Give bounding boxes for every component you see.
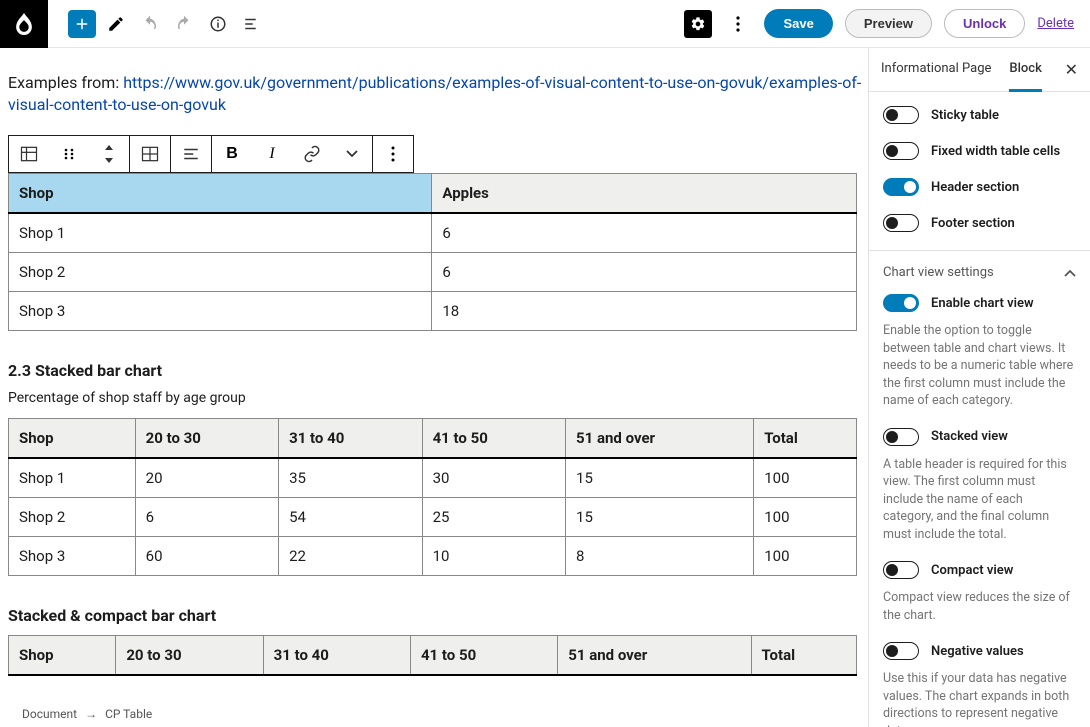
edit-button[interactable] xyxy=(102,10,130,38)
toggle-stacked-view[interactable] xyxy=(883,428,919,446)
outline-button[interactable] xyxy=(238,10,266,38)
label-footer-section: Footer section xyxy=(931,216,1015,231)
label-header-section: Header section xyxy=(931,180,1019,195)
tab-informational-page[interactable]: Informational Page xyxy=(881,48,991,92)
table-header[interactable]: Apples xyxy=(432,173,857,213)
table-staff[interactable]: Shop 20 to 30 31 to 40 41 to 50 51 and o… xyxy=(8,418,857,576)
settings-sidebar: Informational Page Block ✕ Sticky table … xyxy=(868,48,1090,727)
breadcrumb-block[interactable]: CP Table xyxy=(105,707,152,721)
preview-button[interactable]: Preview xyxy=(845,9,932,38)
tab-block[interactable]: Block xyxy=(1009,48,1041,92)
table-header[interactable]: Total xyxy=(751,635,857,675)
table-header[interactable]: 51 and over xyxy=(558,635,751,675)
toggle-footer-section[interactable] xyxy=(883,214,919,232)
save-button[interactable]: Save xyxy=(764,9,832,38)
italic-button[interactable]: I xyxy=(252,136,292,172)
label-enable-chart: Enable chart view xyxy=(931,296,1034,311)
table-header[interactable]: 20 to 30 xyxy=(135,418,278,458)
table-header[interactable]: Shop xyxy=(9,635,116,675)
app-logo[interactable] xyxy=(0,0,48,48)
table-header[interactable]: 41 to 50 xyxy=(410,635,557,675)
desc-compact-view: Compact view reduces the size of the cha… xyxy=(883,589,1076,624)
intro-link[interactable]: https://www.gov.uk/government/publicatio… xyxy=(8,73,861,114)
delete-link[interactable]: Delete xyxy=(1037,16,1074,31)
sidebar-tabs: Informational Page Block ✕ xyxy=(869,48,1090,92)
table-header[interactable]: 31 to 40 xyxy=(263,635,410,675)
editor-canvas[interactable]: Examples from: https://www.gov.uk/govern… xyxy=(0,48,868,727)
intro-text: Examples from: xyxy=(8,73,123,92)
table-compact[interactable]: Shop 20 to 30 31 to 40 41 to 50 51 and o… xyxy=(8,635,857,676)
desc-negative-values: Use this if your data has negative value… xyxy=(883,670,1076,727)
table-header[interactable]: Shop xyxy=(9,173,432,213)
desc-enable-chart: Enable the option to toggle between tabl… xyxy=(883,322,1076,410)
breadcrumb-document[interactable]: Document xyxy=(22,707,77,721)
breadcrumb: Document → CP Table xyxy=(0,701,174,727)
redo-button[interactable] xyxy=(170,10,198,38)
intro-paragraph[interactable]: Examples from: https://www.gov.uk/govern… xyxy=(8,72,868,117)
table-header[interactable]: 20 to 30 xyxy=(116,635,263,675)
toggle-sticky-table[interactable] xyxy=(883,106,919,124)
table-header[interactable]: 41 to 50 xyxy=(422,418,565,458)
label-compact-view: Compact view xyxy=(931,563,1013,578)
table-row[interactable]: Shop 16 xyxy=(9,213,857,253)
chart-settings-label: Chart view settings xyxy=(883,265,994,280)
toolbar-left xyxy=(68,10,266,38)
label-sticky-table: Sticky table xyxy=(931,108,999,123)
align-button[interactable] xyxy=(171,136,211,172)
info-button[interactable] xyxy=(204,10,232,38)
label-stacked-view: Stacked view xyxy=(931,429,1008,444)
topbar: Save Preview Unlock Delete xyxy=(0,0,1090,48)
block-more-button[interactable] xyxy=(373,136,413,172)
toggle-negative-values[interactable] xyxy=(883,642,919,660)
undo-button[interactable] xyxy=(136,10,164,38)
bold-button[interactable]: B xyxy=(212,136,252,172)
add-block-button[interactable] xyxy=(68,10,96,38)
more-menu-button[interactable] xyxy=(724,10,752,38)
move-button[interactable] xyxy=(89,136,129,172)
toggle-header-section[interactable] xyxy=(883,178,919,196)
toolbar-right: Save Preview Unlock Delete xyxy=(684,9,1074,38)
chart-settings-header[interactable]: Chart view settings xyxy=(883,265,1076,280)
unlock-button[interactable]: Unlock xyxy=(944,9,1025,38)
more-rich-button[interactable] xyxy=(332,136,372,172)
table-row[interactable]: Shop 26 xyxy=(9,252,857,291)
settings-button[interactable] xyxy=(684,10,712,38)
chevron-up-icon xyxy=(1064,269,1076,277)
drag-handle[interactable] xyxy=(49,136,89,172)
desc-stacked-view: A table header is required for this view… xyxy=(883,456,1076,544)
toggle-compact-view[interactable] xyxy=(883,561,919,579)
breadcrumb-sep: → xyxy=(85,707,97,721)
section-heading[interactable]: 2.3 Stacked bar chart xyxy=(8,361,868,380)
section-heading[interactable]: Stacked & compact bar chart xyxy=(8,606,868,625)
link-button[interactable] xyxy=(292,136,332,172)
toggle-enable-chart[interactable] xyxy=(883,294,919,312)
table-row[interactable]: Shop 26542515100 xyxy=(9,497,857,536)
label-fixed-width: Fixed width table cells xyxy=(931,144,1060,159)
block-toolbar: B I xyxy=(8,135,414,173)
section-sub[interactable]: Percentage of shop staff by age group xyxy=(8,390,868,406)
table-header[interactable]: Total xyxy=(754,418,857,458)
toggle-fixed-width[interactable] xyxy=(883,142,919,160)
table-apples[interactable]: Shop Apples Shop 16 Shop 26 Shop 318 xyxy=(8,173,857,331)
table-header[interactable]: Shop xyxy=(9,418,136,458)
table-row[interactable]: Shop 36022108100 xyxy=(9,536,857,575)
table-row[interactable]: Shop 318 xyxy=(9,291,857,330)
edit-table-button[interactable] xyxy=(130,136,170,172)
label-negative-values: Negative values xyxy=(931,644,1024,659)
block-type-button[interactable] xyxy=(9,136,49,172)
table-header[interactable]: 51 and over xyxy=(566,418,754,458)
table-header[interactable]: 31 to 40 xyxy=(279,418,422,458)
table-row[interactable]: Shop 120353015100 xyxy=(9,458,857,498)
close-sidebar-button[interactable]: ✕ xyxy=(1065,60,1078,79)
